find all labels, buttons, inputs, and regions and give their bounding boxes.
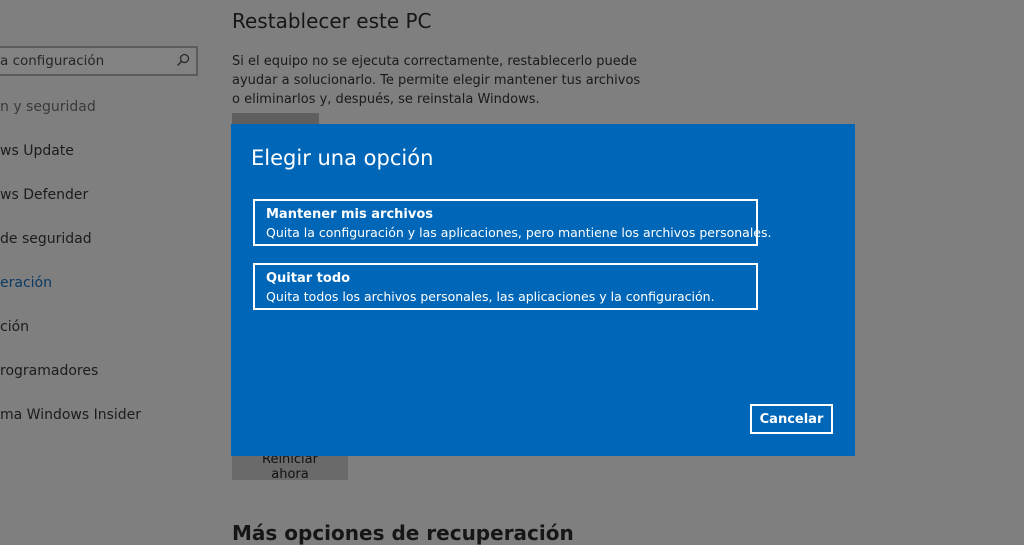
- sidebar: n y seguridad ws Update ws Defender de s…: [0, 0, 215, 537]
- option-title: Mantener mis archivos: [266, 207, 434, 222]
- sidebar-item-windows-defender[interactable]: ws Defender: [0, 187, 88, 203]
- option-description: Quita la configuración y las aplicacione…: [266, 225, 772, 240]
- sidebar-item-recovery[interactable]: eración: [0, 275, 52, 291]
- page-title: Restablecer este PC: [232, 9, 432, 33]
- sidebar-item-windows-update[interactable]: ws Update: [0, 143, 74, 159]
- sidebar-item-activation[interactable]: ción: [0, 319, 29, 335]
- option-description: Quita todos los archivos personales, las…: [266, 289, 715, 304]
- search-input[interactable]: [0, 48, 170, 74]
- search-box[interactable]: [0, 46, 198, 76]
- search-icon[interactable]: [176, 53, 190, 67]
- restart-now-button[interactable]: Reiniciar ahora: [232, 452, 348, 482]
- option-title: Quitar todo: [266, 271, 351, 286]
- sidebar-heading-update-security: n y seguridad: [0, 99, 96, 115]
- keep-my-files-option[interactable]: Mantener mis archivos Quita la configura…: [253, 199, 771, 246]
- dialog-title: Elegir una opción: [251, 146, 434, 170]
- remove-everything-option[interactable]: Quitar todo Quita todos los archivos per…: [253, 263, 758, 310]
- sidebar-item-insider[interactable]: ma Windows Insider: [0, 407, 141, 423]
- cancel-button[interactable]: Cancelar: [750, 404, 833, 434]
- sidebar-item-backup[interactable]: de seguridad: [0, 231, 92, 247]
- page-description: Si el equipo no se ejecuta correctamente…: [232, 54, 641, 107]
- more-recovery-options-title: Más opciones de recuperación: [232, 521, 574, 545]
- sidebar-item-developers[interactable]: rogramadores: [0, 363, 98, 379]
- choose-option-dialog: Elegir una opción Mantener mis archivos …: [231, 124, 855, 456]
